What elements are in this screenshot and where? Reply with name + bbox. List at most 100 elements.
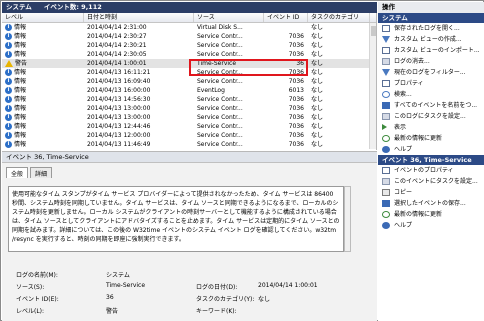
event-row[interactable]: i 情報 2014/04/13 16:09:40 Service Contr... 70… [2, 77, 376, 86]
actions-title: 操作 [378, 2, 484, 13]
action-item[interactable]: 選択したイベントの保存... [378, 198, 484, 209]
action-item[interactable]: 表示 [378, 122, 484, 133]
action-item[interactable]: 現在のログをフィルター... [378, 67, 484, 78]
action-item[interactable]: カスタム ビューのインポート... [378, 45, 484, 56]
cell-task-category: なし [311, 24, 324, 31]
event-description[interactable]: 使用可能なタイム スタンプがタイム サービス プロバイダーによって提供されなかっ… [8, 186, 344, 252]
event-row[interactable]: i 情報 2014/04/14 2:30:21 Service Contr... 703… [2, 41, 376, 50]
scrollbar-thumb[interactable] [371, 26, 376, 36]
event-id-label: イベント ID(E): [16, 296, 59, 303]
cell-date: 2014/04/13 13:00:00 [87, 105, 151, 112]
action-label: カスタム ビューの作成... [394, 36, 462, 43]
action-item[interactable]: 最新の情報に更新 [378, 133, 484, 144]
cell-source: Service Contr... [197, 78, 243, 85]
column-header-event-id[interactable]: イベント ID [264, 13, 308, 22]
cell-event-id: 6013 [288, 87, 304, 94]
action-item[interactable]: ヘルプ [378, 144, 484, 155]
cell-level: i 情報 [2, 77, 84, 86]
sq-icon [382, 113, 390, 120]
cell-event-id: 7036 [288, 51, 304, 58]
cell-source: Virtual Disk S... [197, 24, 243, 31]
action-item[interactable]: ログの消去... [378, 56, 484, 67]
action-item[interactable]: 最新の情報に更新 [378, 209, 484, 220]
cell-level: i 情報 [2, 50, 84, 59]
find-icon [382, 91, 390, 98]
event-row[interactable]: i 情報 2014/04/14 2:30:27 Service Contr... 703… [2, 32, 376, 41]
event-viewer-window: システム イベント数: 9,112 レベル 日付と時刻 ソース イベント ID … [0, 0, 484, 321]
doc-icon [382, 80, 390, 87]
cell-task-category: なし [311, 114, 324, 121]
actions-pane: 操作 システム 保存されたログを開く... カスタム ビューの作成... カスタム … [378, 2, 484, 321]
event-row[interactable]: i 情報 2014/04/14 2:31:00 Virtual Disk S... なし [2, 23, 376, 32]
cell-level: i 情報 [2, 140, 84, 149]
event-row[interactable]: i 情報 2014/04/13 12:44:46 Service Contr... 70… [2, 122, 376, 131]
cell-event-id [264, 23, 308, 32]
cell-date: 2014/04/13 11:46:49 [87, 141, 151, 148]
cell-task-category: なし [311, 87, 324, 94]
cell-level: 警告 [2, 59, 84, 68]
event-list-scrollbar[interactable] [369, 23, 376, 149]
event-row[interactable]: i 情報 2014/04/13 12:00:00 Service Contr... 70… [2, 131, 376, 140]
event-row[interactable]: i 情報 2014/04/13 13:00:00 Service Contr... 70… [2, 104, 376, 113]
column-header-source[interactable]: ソース [194, 13, 264, 22]
level-text: 情報 [14, 24, 27, 31]
action-label: カスタム ビューのインポート... [394, 47, 480, 54]
description-scrollbar[interactable] [344, 186, 351, 252]
cell-task-category: なし [311, 51, 324, 58]
action-item[interactable]: このログにタスクを設定... [378, 111, 484, 122]
column-header-task-category[interactable]: タスクのカテゴリ [308, 13, 370, 22]
info-icon: i [5, 141, 12, 148]
help-icon [382, 222, 390, 229]
sq-icon [382, 178, 390, 185]
level-text: 警告 [15, 60, 28, 67]
action-item[interactable]: すべてのイベントを名前をつ... [378, 100, 484, 111]
cell-event-id: 7036 [288, 132, 304, 139]
tab-general[interactable]: 全般 [6, 167, 29, 178]
action-label: このイベントにタスクを設定... [394, 178, 478, 185]
event-row[interactable]: i 情報 2014/04/13 13:00:00 Service Contr... 70… [2, 113, 376, 122]
arrow-icon [382, 124, 387, 130]
cell-date: 2014/04/14 1:00:01 [87, 60, 147, 67]
keywords-label: キーワード(K): [196, 308, 237, 315]
cell-level: i 情報 [2, 131, 84, 140]
action-label: すべてのイベントを名前をつ... [394, 102, 478, 109]
cell-source: Service Contr... [197, 141, 243, 148]
action-item[interactable]: ヘルプ [378, 220, 484, 231]
action-item[interactable]: 検索... [378, 89, 484, 100]
event-detail-pane: イベント 36, Time-Service 全般 詳細 使用可能なタイム スタン… [2, 151, 377, 321]
action-item[interactable]: カスタム ビューの作成... [378, 34, 484, 45]
event-row[interactable]: i 情報 2014/04/13 16:00:00 EventLog 6013 なし [2, 86, 376, 95]
column-header-level[interactable]: レベル [2, 13, 84, 22]
cell-source: EventLog [197, 87, 225, 94]
section-system[interactable]: システム [378, 13, 484, 23]
event-row[interactable]: i 情報 2014/04/14 2:30:05 Service Contr... 703… [2, 50, 376, 59]
task-category-label: タスクのカテゴリ(Y): [196, 296, 255, 303]
event-list[interactable]: レベル 日付と時刻 ソース イベント ID タスクのカテゴリ i 情報 2014/0… [2, 13, 377, 150]
cell-level: i 情報 [2, 32, 84, 41]
cell-source: Service Contr... [197, 96, 243, 103]
info-icon: i [5, 51, 12, 58]
action-label: ログの消去... [394, 58, 430, 65]
column-header-date[interactable]: 日付と時刻 [84, 13, 194, 22]
action-label: プロパティ [394, 80, 424, 87]
cell-source: Service Contr... [197, 123, 243, 130]
level-text: 情報 [14, 69, 27, 76]
event-row[interactable]: i 情報 2014/04/13 11:46:49 Service Contr... 70… [2, 140, 376, 149]
cell-source: Service Contr... [197, 51, 243, 58]
action-item[interactable]: このイベントにタスクを設定... [378, 176, 484, 187]
action-item[interactable]: プロパティ [378, 78, 484, 89]
log-name-label: ログの名前(M): [16, 272, 58, 279]
cell-level: i 情報 [2, 113, 84, 122]
tab-details[interactable]: 詳細 [30, 167, 53, 178]
cell-task-category: なし [311, 69, 324, 76]
action-item[interactable]: イベントのプロパティ [378, 165, 484, 176]
action-item[interactable]: 保存されたログを開く... [378, 23, 484, 34]
source-label: ソース(S): [16, 284, 45, 291]
action-item[interactable]: コピー [378, 187, 484, 198]
event-row[interactable]: i 情報 2014/04/13 14:56:30 Service Contr... 70… [2, 95, 376, 104]
section-event[interactable]: イベント 36, Time-Service [378, 155, 484, 165]
cell-source: Service Contr... [197, 132, 243, 139]
task-category-value: なし [258, 296, 271, 303]
refresh-icon [382, 211, 390, 218]
save-icon [382, 200, 390, 207]
